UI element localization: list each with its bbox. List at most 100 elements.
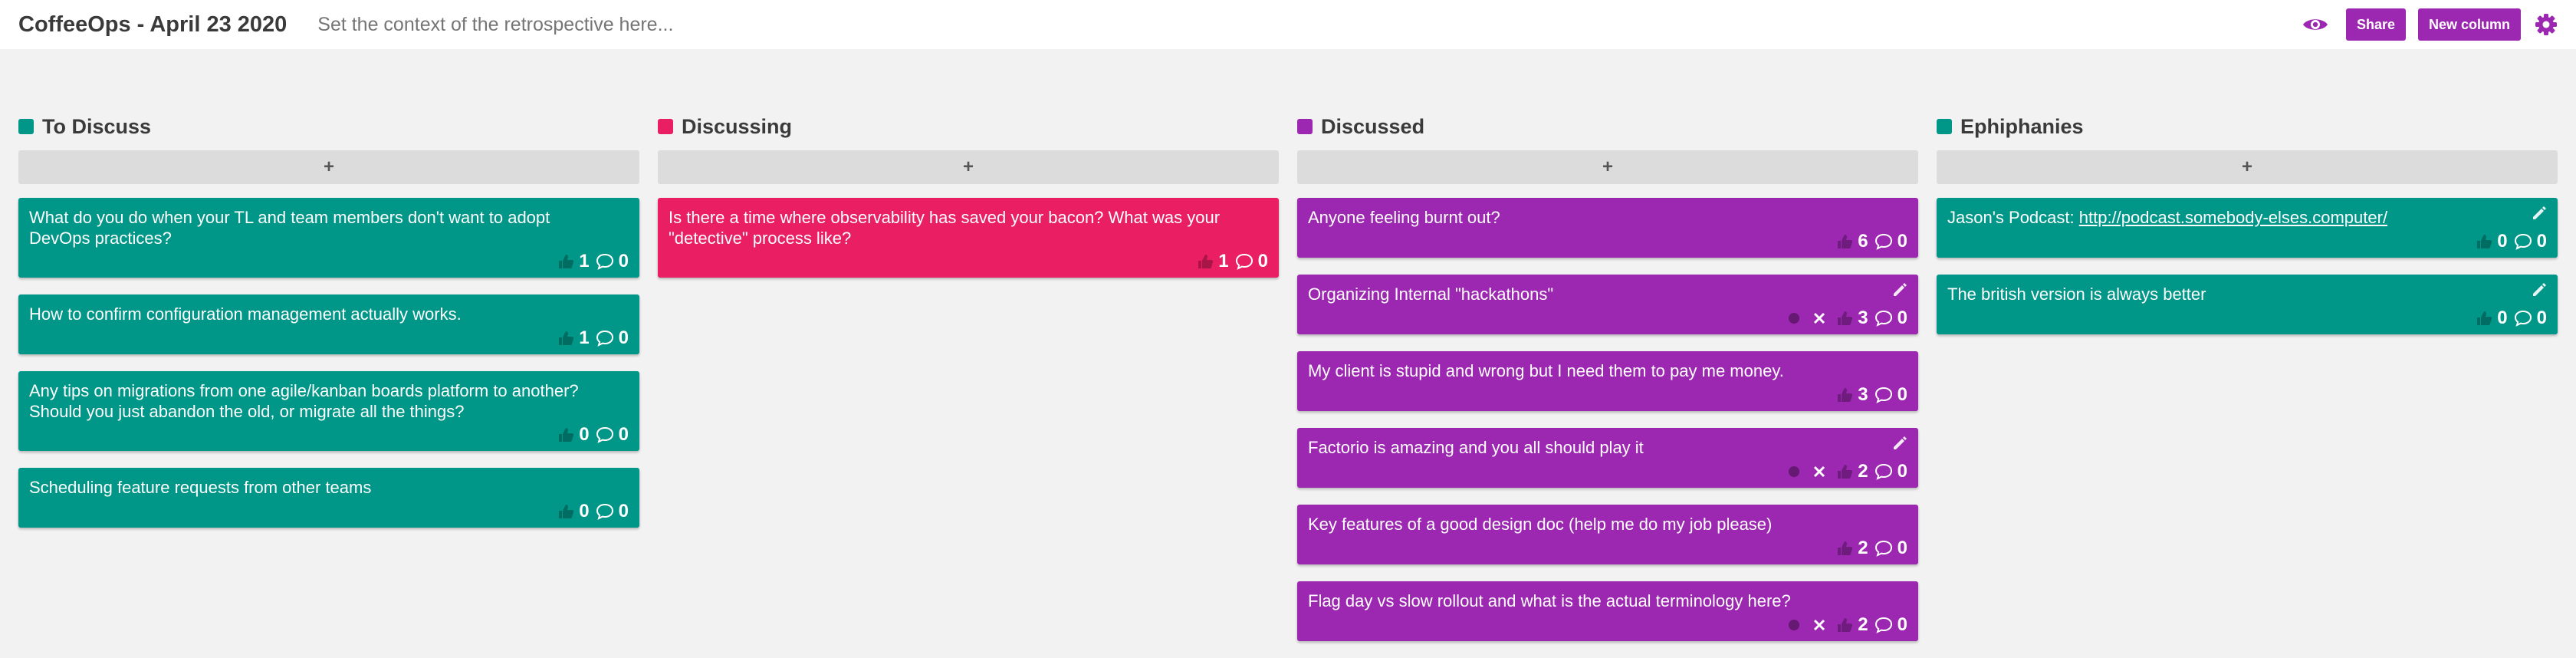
vote-count: 1 xyxy=(1218,251,1229,271)
comments-button[interactable]: 0 xyxy=(1875,461,1909,482)
column-title[interactable]: To Discuss xyxy=(42,115,151,139)
remove-button[interactable] xyxy=(1813,312,1825,324)
card-text: What do you do when your TL and team mem… xyxy=(29,208,550,248)
comments-button[interactable]: 0 xyxy=(1875,308,1909,329)
comments-button[interactable]: 0 xyxy=(596,327,630,349)
add-card-button[interactable]: + xyxy=(1937,150,2558,184)
column-color-swatch[interactable] xyxy=(18,119,34,134)
comments-button[interactable]: 0 xyxy=(1875,538,1909,559)
add-card-button[interactable]: + xyxy=(1297,150,1918,184)
vote-button[interactable]: 1 xyxy=(1197,251,1230,272)
comments-button[interactable]: 0 xyxy=(596,251,630,272)
card[interactable]: Factorio is amazing and you all should p… xyxy=(1297,428,1918,488)
card[interactable]: Jason's Podcast: http://podcast.somebody… xyxy=(1937,198,2558,258)
card[interactable]: What do you do when your TL and team mem… xyxy=(18,198,639,278)
comments-button[interactable]: 0 xyxy=(1875,384,1909,406)
edit-pencil-icon[interactable] xyxy=(1892,282,1907,298)
column-color-swatch[interactable] xyxy=(658,119,673,134)
comments-button[interactable]: 0 xyxy=(596,424,630,446)
comments-button[interactable]: 0 xyxy=(1875,614,1909,636)
column-color-swatch[interactable] xyxy=(1937,119,1952,134)
comment-count: 0 xyxy=(1897,384,1907,405)
card-text: Any tips on migrations from one agile/ka… xyxy=(29,381,579,421)
column-title[interactable]: Discussed xyxy=(1321,115,1424,139)
vote-button[interactable]: 3 xyxy=(1836,384,1869,406)
board-title: CoffeeOps - April 23 2020 xyxy=(18,12,288,37)
remove-icon[interactable] xyxy=(1813,312,1825,324)
card-link[interactable]: http://podcast.somebody-elses.computer/ xyxy=(2079,208,2387,227)
visibility-toggle[interactable] xyxy=(2302,11,2329,38)
vote-button[interactable]: 1 xyxy=(557,251,590,272)
card[interactable]: Scheduling feature requests from other t… xyxy=(18,468,639,528)
card-footer: 30 xyxy=(1789,308,1909,328)
card-footer: 10 xyxy=(553,251,630,272)
card-footer: 60 xyxy=(1832,231,1909,252)
comment-icon xyxy=(1875,310,1892,327)
vote-button[interactable]: 6 xyxy=(1836,231,1869,252)
comment-icon xyxy=(596,330,613,347)
settings-button[interactable] xyxy=(2533,12,2559,38)
card[interactable]: Organizing Internal "hackathons" 3 0 xyxy=(1297,275,1918,334)
context-input[interactable] xyxy=(317,13,1238,36)
comments-button[interactable]: 0 xyxy=(1875,231,1909,252)
vote-button[interactable]: 2 xyxy=(1836,538,1869,559)
card[interactable]: Flag day vs slow rollout and what is the… xyxy=(1297,581,1918,641)
vote-count: 0 xyxy=(579,424,590,445)
card-footer: 20 xyxy=(1789,614,1909,636)
drag-handle[interactable] xyxy=(1789,466,1800,477)
card[interactable]: Any tips on migrations from one agile/ka… xyxy=(18,371,639,451)
vote-button[interactable]: 2 xyxy=(1836,614,1869,636)
column-title[interactable]: Ephiphanies xyxy=(1960,115,2084,139)
comments-button[interactable]: 0 xyxy=(2514,308,2548,329)
comments-button[interactable]: 0 xyxy=(1235,251,1270,272)
vote-button[interactable]: 0 xyxy=(557,501,590,522)
comments-button[interactable]: 0 xyxy=(2514,231,2548,252)
remove-button[interactable] xyxy=(1813,466,1825,478)
card-footer: 00 xyxy=(2471,231,2548,252)
edit-pencil-icon[interactable] xyxy=(2532,282,2547,298)
vote-button[interactable]: 1 xyxy=(557,327,590,349)
card[interactable]: The british version is always better 0 0 xyxy=(1937,275,2558,334)
remove-button[interactable] xyxy=(1813,619,1825,631)
vote-button[interactable]: 3 xyxy=(1836,308,1869,329)
comment-icon xyxy=(596,253,613,270)
drag-handle[interactable] xyxy=(1789,313,1800,324)
card-text-prefix: Jason's Podcast: xyxy=(1947,208,2079,227)
column: Discussed + Anyone feeling burnt out? 6 0 Org… xyxy=(1297,115,1918,658)
edit-pencil-icon[interactable] xyxy=(2532,206,2547,221)
card[interactable]: Is there a time where observability has … xyxy=(658,198,1279,278)
card[interactable]: Anyone feeling burnt out? 6 0 xyxy=(1297,198,1918,258)
vote-button[interactable]: 0 xyxy=(2476,308,2509,329)
comment-count: 0 xyxy=(618,327,629,348)
edit-pencil-icon[interactable] xyxy=(1892,436,1907,451)
column-header: To Discuss xyxy=(18,115,639,138)
thumb-up-icon xyxy=(1838,235,1853,248)
thumb-up-icon xyxy=(2477,311,2492,325)
vote-button[interactable]: 0 xyxy=(2476,231,2509,252)
remove-icon[interactable] xyxy=(1813,619,1825,631)
column-color-swatch[interactable] xyxy=(1297,119,1313,134)
vote-button[interactable]: 0 xyxy=(557,424,590,446)
card[interactable]: How to confirm configuration management … xyxy=(18,294,639,354)
vote-button[interactable]: 2 xyxy=(1836,461,1869,482)
top-bar: CoffeeOps - April 23 2020 Share New colu… xyxy=(0,0,2576,49)
drag-handle[interactable] xyxy=(1789,620,1800,630)
card-text: Factorio is amazing and you all should p… xyxy=(1308,438,1644,457)
comment-icon xyxy=(2514,233,2532,250)
vote-count: 0 xyxy=(2497,231,2508,252)
comments-button[interactable]: 0 xyxy=(596,501,630,522)
thumb-up-icon xyxy=(559,331,574,345)
thumb-up-icon xyxy=(1838,618,1853,632)
comment-count: 0 xyxy=(1897,614,1907,635)
comment-icon xyxy=(1875,540,1892,557)
share-button[interactable]: Share xyxy=(2345,8,2406,41)
add-card-button[interactable]: + xyxy=(658,150,1279,184)
card[interactable]: Key features of a good design doc (help … xyxy=(1297,505,1918,564)
column-title[interactable]: Discussing xyxy=(682,115,792,139)
remove-icon[interactable] xyxy=(1813,466,1825,478)
comment-count: 0 xyxy=(618,251,629,271)
card[interactable]: My client is stupid and wrong but I need… xyxy=(1297,351,1918,411)
new-column-button[interactable]: New column xyxy=(2417,8,2521,41)
card-footer: 10 xyxy=(553,327,630,349)
add-card-button[interactable]: + xyxy=(18,150,639,184)
